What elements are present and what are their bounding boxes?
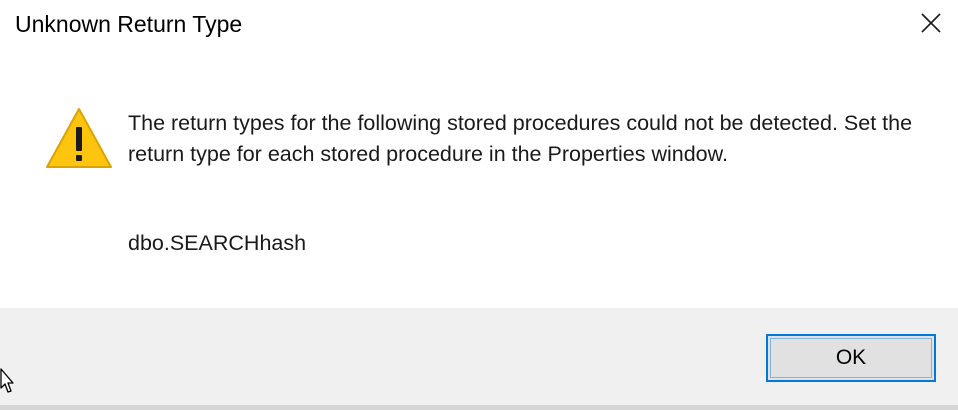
ok-button[interactable]: OK: [766, 334, 936, 382]
unknown-return-type-dialog: Unknown Return Type The return types for…: [0, 0, 958, 410]
mouse-cursor-icon: [0, 368, 14, 393]
procedure-name: dbo.SEARCHhash: [128, 231, 307, 255]
bottom-edge: [0, 405, 958, 410]
close-button[interactable]: [904, 0, 958, 46]
ok-button-label: OK: [835, 346, 867, 369]
close-icon: [921, 13, 941, 33]
dialog-content: The return types for the following store…: [0, 52, 958, 308]
warning-icon: [46, 108, 112, 168]
title-bar: Unknown Return Type: [0, 0, 958, 52]
dialog-footer: OK: [0, 308, 958, 410]
dialog-title: Unknown Return Type: [15, 11, 243, 37]
dialog-message: The return types for the following store…: [128, 111, 913, 166]
